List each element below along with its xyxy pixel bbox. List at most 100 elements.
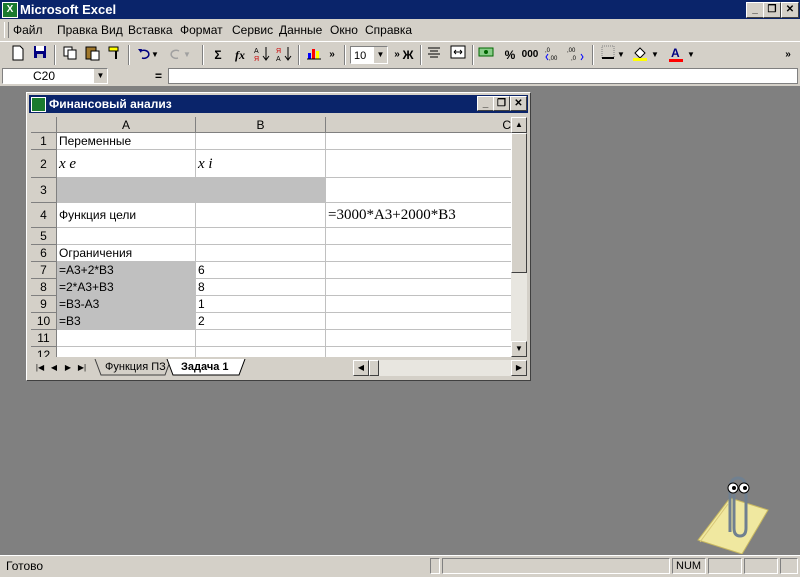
copy-icon[interactable] [60, 45, 80, 65]
autosum-icon[interactable]: Σ [208, 45, 228, 65]
cell-c11[interactable] [326, 330, 511, 347]
cell-b12[interactable] [196, 347, 326, 357]
function-icon[interactable]: fx [230, 45, 250, 65]
cell-c1[interactable] [326, 133, 511, 150]
last-sheet-icon[interactable]: ▶| [75, 361, 89, 375]
column-header-c[interactable]: C [326, 117, 511, 133]
cell-a8[interactable]: =2*A3+B3 [57, 279, 196, 296]
bold-button[interactable]: Ж [398, 45, 418, 65]
workbook-close-button[interactable]: ✕ [510, 96, 527, 111]
cell-c3[interactable] [326, 178, 511, 203]
fill-color-dropdown-icon[interactable]: ▼ [650, 45, 660, 65]
undo-dropdown-icon[interactable]: ▼ [150, 45, 160, 65]
row-header-1[interactable]: 1 [31, 133, 57, 150]
borders-dropdown-icon[interactable]: ▼ [616, 45, 626, 65]
cell-c4[interactable]: =3000*A3+2000*B3 [326, 203, 511, 228]
menu-tools[interactable]: Сервис [232, 23, 273, 37]
row-header-5[interactable]: 5 [31, 228, 57, 245]
font-size-select[interactable]: 10 ▼ [350, 46, 388, 64]
cell-a7[interactable]: =A3+2*B3 [57, 262, 196, 279]
office-assistant-icon[interactable] [690, 470, 770, 555]
cell-b4[interactable] [196, 203, 326, 228]
cell-b5[interactable] [196, 228, 326, 245]
excel-icon[interactable]: X [2, 2, 18, 18]
menu-help[interactable]: Справка [365, 23, 412, 37]
merge-center-icon[interactable] [448, 45, 468, 65]
row-header-11[interactable]: 11 [31, 330, 57, 347]
cell-a2[interactable]: x e [57, 150, 196, 178]
new-document-icon[interactable] [8, 45, 28, 65]
row-header-2[interactable]: 2 [31, 150, 57, 178]
close-button[interactable]: ✕ [781, 2, 799, 18]
workbook-icon[interactable] [31, 97, 46, 112]
cell-c10[interactable] [326, 313, 511, 330]
row-header-8[interactable]: 8 [31, 279, 57, 296]
select-all-corner[interactable] [31, 117, 57, 133]
redo-dropdown-icon[interactable]: ▼ [182, 45, 192, 65]
sheet-tab-function[interactable]: Функция ПЗ [99, 360, 172, 375]
cell-c7[interactable] [326, 262, 511, 279]
cell-c9[interactable] [326, 296, 511, 313]
formula-equals-sign[interactable]: = [155, 69, 162, 83]
row-header-6[interactable]: 6 [31, 245, 57, 262]
fill-color-icon[interactable] [630, 45, 650, 65]
menu-view[interactable]: Вид [101, 23, 123, 37]
cell-a10[interactable]: =B3 [57, 313, 196, 330]
formula-input[interactable] [168, 68, 798, 84]
sheet-tab-task1[interactable]: Задача 1 [175, 360, 235, 375]
cell-a5[interactable] [57, 228, 196, 245]
cell-c2[interactable] [326, 150, 511, 178]
restore-button[interactable]: ❐ [763, 2, 781, 18]
cell-a6[interactable]: Ограничения [57, 245, 196, 262]
cell-b8[interactable]: 8 [196, 279, 326, 296]
row-header-4[interactable]: 4 [31, 203, 57, 228]
cell-b9[interactable]: 1 [196, 296, 326, 313]
row-header-3[interactable]: 3 [31, 178, 57, 203]
workbook-minimize-button[interactable]: _ [477, 96, 494, 111]
toolbar-more-icon[interactable]: » [326, 45, 338, 65]
borders-icon[interactable] [598, 45, 618, 65]
cell-a1[interactable]: Переменные [57, 133, 196, 150]
next-sheet-icon[interactable]: ▶ [61, 361, 75, 375]
column-header-b[interactable]: B [196, 117, 326, 133]
cell-b1[interactable] [196, 133, 326, 150]
menu-grip[interactable] [4, 22, 9, 38]
first-sheet-icon[interactable]: |◀ [33, 361, 47, 375]
cell-b10[interactable]: 2 [196, 313, 326, 330]
format-painter-icon[interactable] [104, 45, 124, 65]
menu-insert[interactable]: Вставка [128, 23, 173, 37]
decrease-decimal-icon[interactable]: ,00,0 [566, 45, 586, 65]
spreadsheet-grid[interactable]: A B C 1 2 3 4 5 6 7 8 9 10 11 12 Перемен… [31, 117, 511, 357]
toolbar-more-icon[interactable]: » [782, 45, 794, 65]
menu-edit[interactable]: Правка [57, 23, 98, 37]
cell-b11[interactable] [196, 330, 326, 347]
cell-c8[interactable] [326, 279, 511, 296]
scroll-left-icon[interactable]: ◀ [353, 360, 369, 376]
cell-a9[interactable]: =B3-A3 [57, 296, 196, 313]
row-header-7[interactable]: 7 [31, 262, 57, 279]
vertical-scrollbar[interactable]: ▲ ▼ [511, 117, 527, 357]
minimize-button[interactable]: _ [746, 2, 764, 18]
menu-data[interactable]: Данные [279, 23, 322, 37]
scroll-thumb[interactable] [511, 133, 527, 273]
name-box[interactable]: C20 ▼ [2, 68, 108, 84]
save-icon[interactable] [30, 45, 50, 65]
resize-grip[interactable] [780, 558, 798, 574]
increase-decimal-icon[interactable]: ,0,00 [544, 45, 564, 65]
cell-b7[interactable]: 6 [196, 262, 326, 279]
previous-sheet-icon[interactable]: ◀ [47, 361, 61, 375]
font-color-icon[interactable]: A [666, 45, 686, 65]
cell-b2[interactable]: x i [196, 150, 326, 178]
font-color-dropdown-icon[interactable]: ▼ [686, 45, 696, 65]
scroll-right-icon[interactable]: ▶ [511, 360, 527, 376]
menu-format[interactable]: Формат [180, 23, 223, 37]
cell-a3[interactable] [57, 178, 196, 203]
menu-file[interactable]: Файл [13, 23, 43, 37]
cell-c5[interactable] [326, 228, 511, 245]
thousands-separator-button[interactable]: 000 [520, 45, 540, 65]
currency-icon[interactable] [476, 45, 496, 65]
horizontal-scrollbar[interactable]: ◀ ▶ [353, 360, 527, 376]
cell-a4[interactable]: Функция цели [57, 203, 196, 228]
cell-c6[interactable] [326, 245, 511, 262]
scroll-up-icon[interactable]: ▲ [511, 117, 527, 133]
